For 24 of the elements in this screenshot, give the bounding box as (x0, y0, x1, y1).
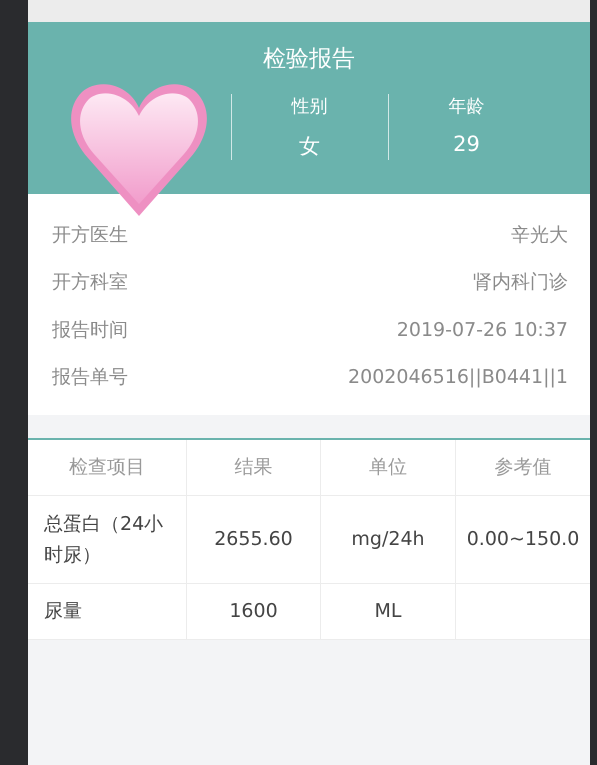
patient-label: 性别 (292, 95, 328, 118)
table-cell: 2655.60 (186, 496, 320, 583)
table-cell-text: 尿量 (43, 599, 83, 624)
table-cell: ML (320, 584, 455, 639)
info-label: 报告单号 (52, 365, 128, 390)
patient-value: 29 (453, 132, 480, 156)
info-value: 肾内科门诊 (473, 270, 568, 296)
info-value: 辛光大 (511, 222, 568, 248)
table-cell-text: 总蛋白（24小时尿） (43, 512, 164, 568)
table-cell: mg/24h (320, 496, 455, 583)
column-header: 结果 (186, 440, 320, 495)
report-title: 检验报告 (263, 45, 355, 74)
info-value: 2019-07-26 10:37 (396, 318, 568, 341)
info-label: 开方医生 (52, 222, 128, 248)
patient-value: 女 (299, 133, 320, 160)
table-cell: 1600 (186, 584, 320, 639)
column-header: 参考值 (455, 440, 590, 495)
column-header: 检查项目 (68, 455, 146, 480)
info-label: 开方科室 (52, 270, 128, 296)
info-value: 2002046516||B0441||1 (348, 366, 568, 388)
table-cell: 0.00~150.0 (455, 496, 590, 583)
info-label: 报告时间 (52, 318, 128, 343)
patient-label: 年龄 (448, 95, 484, 118)
column-header: 单位 (320, 440, 455, 495)
